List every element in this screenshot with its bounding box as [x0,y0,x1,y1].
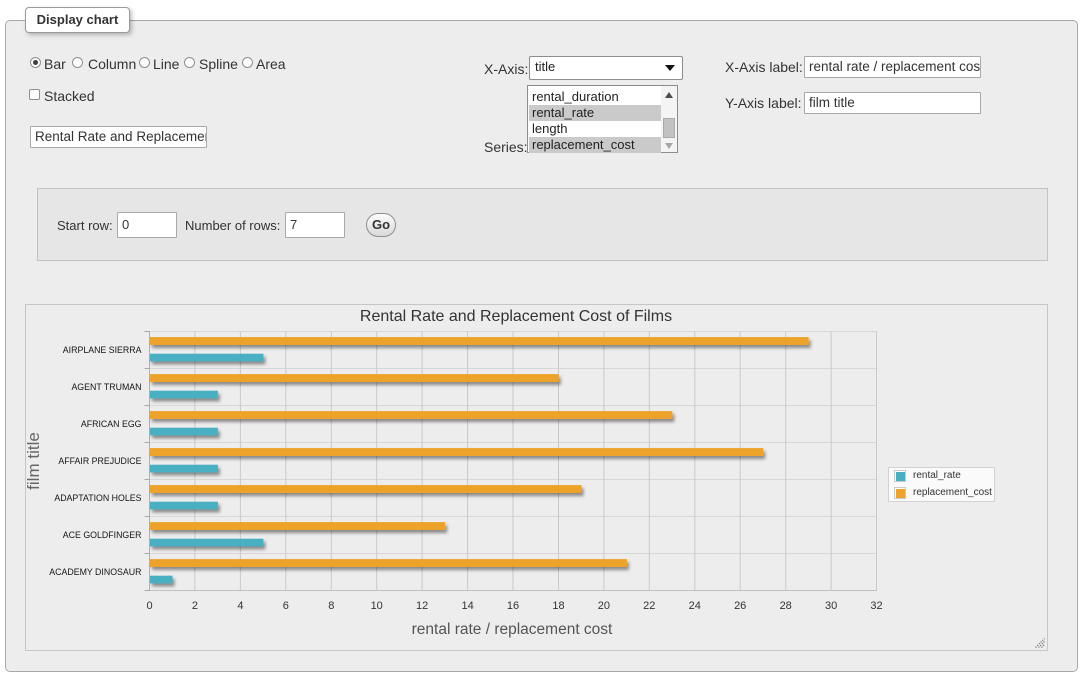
svg-text:16: 16 [507,600,519,612]
svg-text:film title: film title [25,432,43,490]
svg-text:ACADEMY DINOSAUR: ACADEMY DINOSAUR [49,567,141,577]
svg-text:AIRPLANE SIERRA: AIRPLANE SIERRA [63,345,142,355]
svg-text:24: 24 [689,600,701,612]
svg-text:AFRICAN EGG: AFRICAN EGG [81,419,142,429]
svg-text:6: 6 [283,600,289,612]
svg-text:4: 4 [237,600,243,612]
svg-text:12: 12 [416,600,428,612]
svg-text:ACE GOLDFINGER: ACE GOLDFINGER [63,530,142,540]
svg-text:18: 18 [552,600,564,612]
svg-text:32: 32 [870,600,882,612]
svg-text:AFFAIR PREJUDICE: AFFAIR PREJUDICE [58,456,141,466]
svg-text:2: 2 [192,600,198,612]
svg-text:ADAPTATION HOLES: ADAPTATION HOLES [54,493,141,503]
svg-text:0: 0 [146,600,152,612]
svg-text:Rental Rate and Replacement Co: Rental Rate and Replacement Cost of Film… [360,308,672,325]
svg-text:22: 22 [643,600,655,612]
svg-text:28: 28 [780,600,792,612]
svg-text:30: 30 [825,600,837,612]
svg-text:10: 10 [371,600,383,612]
svg-text:AGENT TRUMAN: AGENT TRUMAN [71,382,141,392]
svg-text:14: 14 [461,600,473,612]
svg-text:20: 20 [598,600,610,612]
svg-text:26: 26 [734,600,746,612]
svg-text:8: 8 [328,600,334,612]
svg-text:rental rate / replacement cost: rental rate / replacement cost [412,621,613,638]
